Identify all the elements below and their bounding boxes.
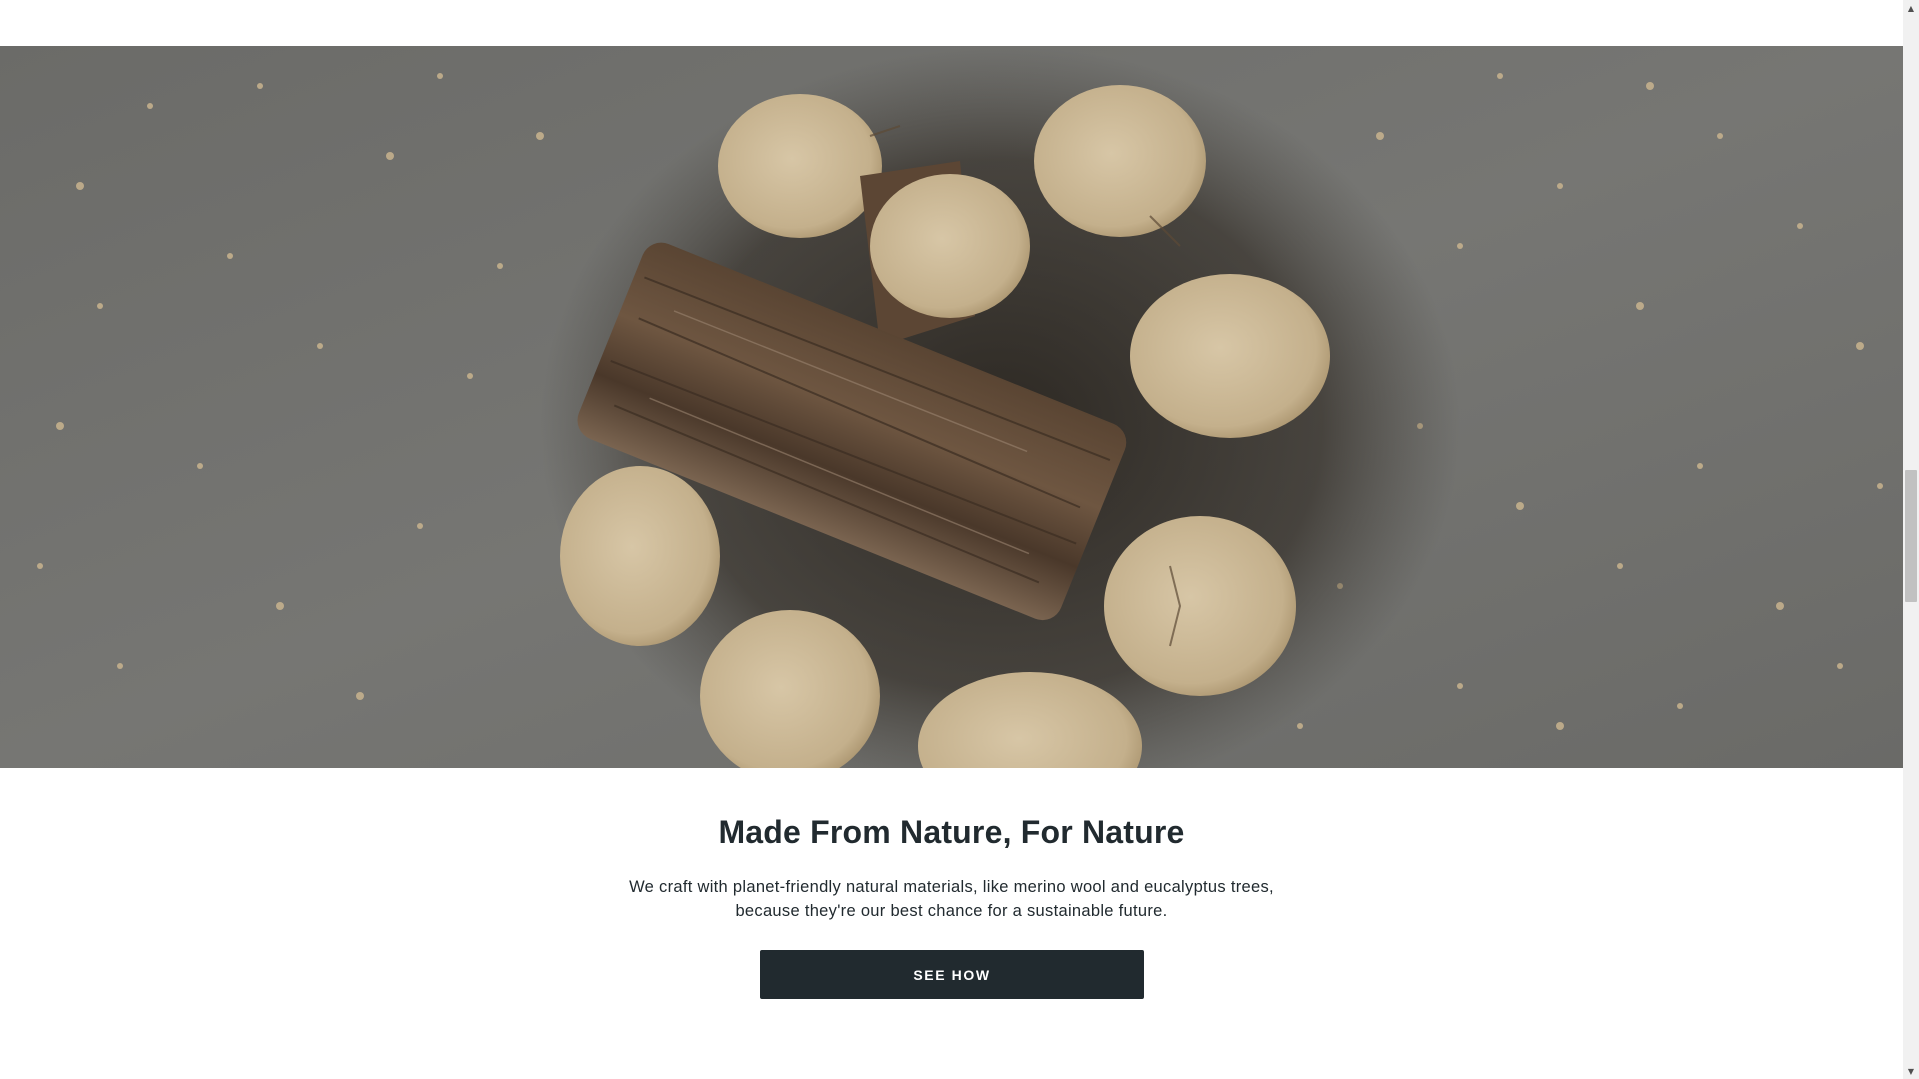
page: Made From Nature, For Nature We craft wi… xyxy=(0,0,1919,1079)
see-how-button[interactable]: SEE HOW xyxy=(760,950,1144,999)
section-heading: Made From Nature, For Nature xyxy=(718,814,1185,850)
scroll-down-arrow-icon[interactable]: ▼ xyxy=(1903,1063,1919,1079)
section-description: We craft with planet-friendly natural ma… xyxy=(0,875,1903,923)
vertical-scrollbar[interactable]: ▲ ▼ xyxy=(1903,0,1919,1079)
scrollbar-thumb[interactable] xyxy=(1905,470,1917,602)
hero-image xyxy=(0,46,1903,768)
scroll-up-arrow-icon[interactable]: ▲ xyxy=(1903,0,1919,16)
section-description-line-2: because they're our best chance for a su… xyxy=(735,902,1168,920)
section-description-line-1: We craft with planet-friendly natural ma… xyxy=(629,878,1274,896)
main-content: Made From Nature, For Nature We craft wi… xyxy=(0,0,1903,1079)
